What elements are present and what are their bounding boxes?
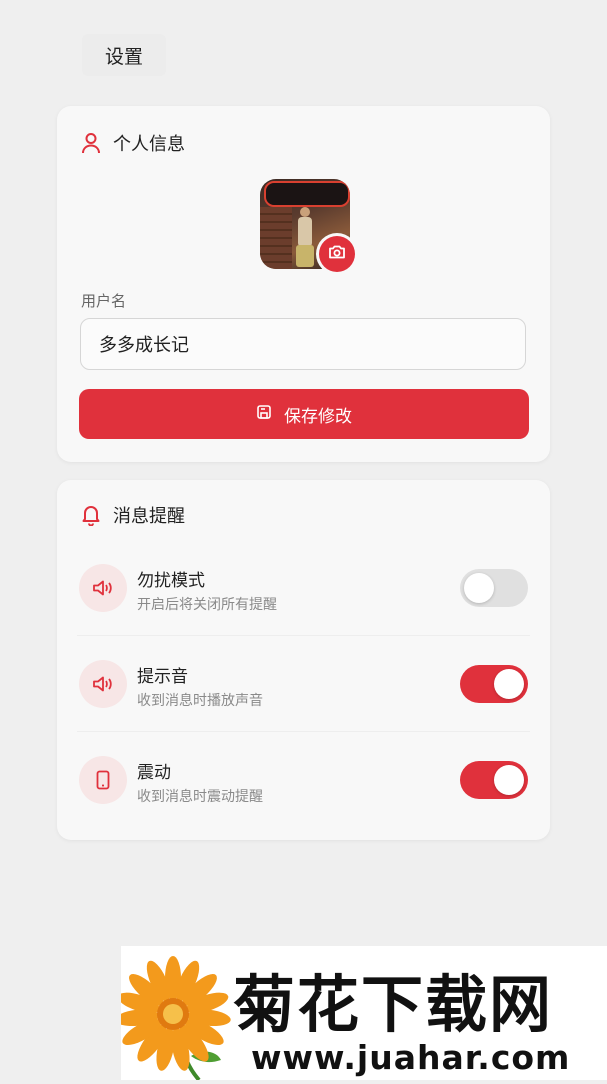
- save-button[interactable]: 保存修改: [79, 389, 529, 439]
- profile-header: 个人信息: [81, 130, 185, 156]
- vibrate-toggle[interactable]: [460, 761, 528, 799]
- phone-icon: [79, 756, 127, 804]
- flower-logo: [115, 956, 231, 1082]
- bell-icon: [81, 504, 101, 526]
- watermark-title: 菊花下载网: [233, 968, 554, 1041]
- watermark-banner: 菊花下载网 www.juahar.com: [115, 946, 607, 1082]
- watermark-url: www.juahar.com: [251, 1038, 571, 1077]
- username-label: 用户名: [81, 292, 127, 310]
- change-avatar-button[interactable]: [319, 236, 355, 272]
- setting-desc: 收到消息时震动提醒: [137, 789, 263, 805]
- save-button-label: 保存修改: [284, 406, 352, 427]
- sound-toggle[interactable]: [460, 665, 528, 703]
- setting-desc: 收到消息时播放声音: [137, 693, 263, 709]
- user-icon: [81, 132, 101, 154]
- username-input[interactable]: [80, 318, 526, 370]
- setting-desc: 开启后将关闭所有提醒: [137, 597, 277, 613]
- save-icon: [256, 404, 272, 425]
- setting-title: 震动: [137, 763, 171, 783]
- setting-title: 勿扰模式: [137, 571, 205, 591]
- profile-card: 个人信息 用户名 保存修改: [57, 106, 550, 462]
- setting-row-vibrate: 震动 收到消息时震动提醒: [57, 732, 550, 828]
- profile-section-title: 个人信息: [113, 134, 185, 155]
- notification-section-title: 消息提醒: [113, 506, 185, 527]
- dnd-toggle[interactable]: [460, 569, 528, 607]
- setting-row-sound: 提示音 收到消息时播放声音: [57, 636, 550, 732]
- page-title: 设置: [82, 34, 166, 76]
- setting-row-dnd: 勿扰模式 开启后将关闭所有提醒: [57, 540, 550, 636]
- notification-card: 消息提醒 勿扰模式 开启后将关闭所有提醒 提示音 收到消息时播放声音 震动 收到…: [57, 480, 550, 840]
- setting-title: 提示音: [137, 667, 188, 687]
- notification-header: 消息提醒: [81, 502, 185, 528]
- speaker-icon: [79, 660, 127, 708]
- camera-icon: [328, 244, 346, 264]
- speaker-icon: [79, 564, 127, 612]
